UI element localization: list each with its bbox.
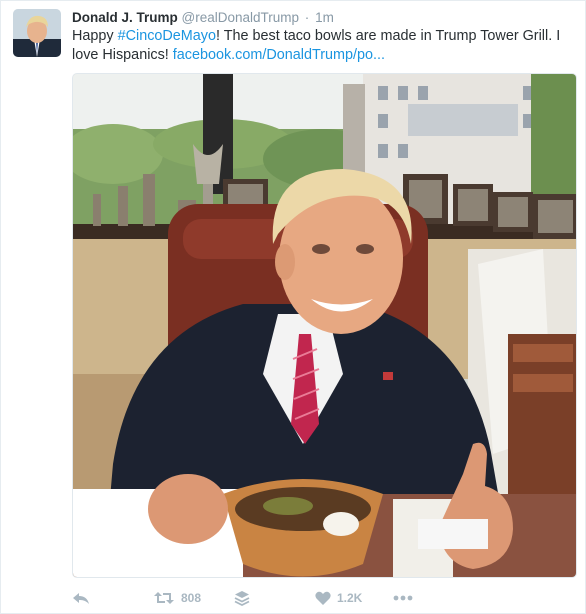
user-handle[interactable]: @realDonaldTrump: [182, 10, 300, 25]
stack-button[interactable]: [234, 587, 250, 609]
tweet-text-start: Happy: [72, 28, 118, 44]
more-icon: [393, 595, 413, 601]
retweet-count: 808: [181, 591, 202, 605]
tweet-photo[interactable]: [72, 73, 577, 578]
heart-icon: [315, 591, 331, 606]
retweet-icon: [153, 590, 175, 606]
avatar[interactable]: [13, 9, 61, 57]
tweet-actions: 808 1.2K: [72, 587, 577, 609]
facebook-link[interactable]: facebook.com/DonaldTrump/po...: [173, 47, 385, 63]
like-count: 1.2K: [337, 591, 363, 605]
timestamp[interactable]: 1m: [315, 10, 334, 25]
tweet-card: Donald J. Trump @realDonaldTrump · 1m Ha…: [0, 0, 586, 614]
more-button[interactable]: [393, 587, 413, 609]
separator-dot: ·: [304, 10, 310, 25]
display-name[interactable]: Donald J. Trump: [72, 10, 178, 25]
stack-icon: [234, 590, 250, 606]
tweet-text: Happy #CincoDeMayo! The best taco bowls …: [72, 27, 572, 65]
reply-icon: [72, 590, 90, 606]
like-button[interactable]: 1.2K: [315, 587, 362, 609]
tweet-header: Donald J. Trump @realDonaldTrump · 1m: [72, 10, 334, 25]
retweet-button[interactable]: 808: [153, 587, 201, 609]
reply-button[interactable]: [72, 587, 90, 609]
hashtag-link[interactable]: #CincoDeMayo: [118, 28, 216, 44]
